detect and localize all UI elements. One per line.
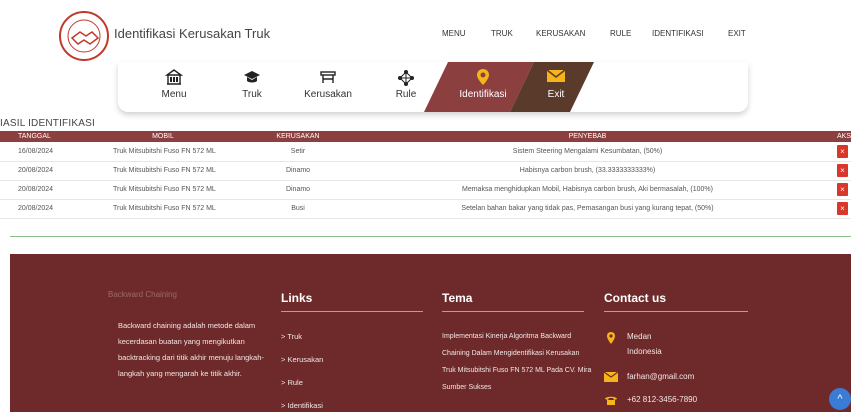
delete-button[interactable]: × <box>836 144 848 158</box>
cell-mobil: Truk Mitsubitshi Fuso FN 572 ML <box>68 199 258 219</box>
envelope-icon <box>603 371 619 384</box>
iconbar-exit-label: Exit <box>547 89 565 100</box>
footer-tema-underline <box>442 311 584 312</box>
footer-description: Backward chaining adalah metode dalam ke… <box>118 321 264 378</box>
site-header: Identifikasi Kerusakan Truk MENU TRUK KE… <box>0 0 851 65</box>
footer-links-underline <box>281 311 423 312</box>
cell-tanggal: 20/08/2024 <box>0 199 68 219</box>
footer-link-rule[interactable]: > Rule <box>281 371 323 394</box>
footer-links: > Truk > Kerusakan > Rule > Identifikasi <box>281 325 323 412</box>
location-pin-icon <box>448 62 518 88</box>
footer-contact-underline <box>604 311 748 312</box>
location-pin-icon <box>606 331 616 347</box>
contact-email[interactable]: farhan@gmail.com <box>627 372 694 381</box>
iconbar-identifikasi-label: Identifikasi <box>459 89 507 100</box>
phone-icon <box>604 394 618 408</box>
cell-mobil: Truk Mitsubitshi Fuso FN 572 ML <box>68 142 258 162</box>
divider <box>10 236 851 237</box>
iconbar-identifikasi[interactable]: Identifikasi <box>448 62 518 112</box>
footer-brand: Backward Chaining <box>108 290 177 299</box>
table-row: 16/08/2024 Truk Mitsubitshi Fuso FN 572 … <box>0 142 851 162</box>
footer-link-identifikasi[interactable]: > Identifikasi <box>281 394 323 412</box>
cell-penyebab: Habisnya carbon brush, (33.3333333333%) <box>338 161 837 181</box>
cell-kerusakan: Setir <box>258 142 338 162</box>
delete-button[interactable]: × <box>836 202 848 215</box>
footer-tema-title: Tema <box>442 291 473 305</box>
cell-kerusakan: Dinamo <box>258 180 338 200</box>
footer-link-truk[interactable]: > Truk <box>281 325 323 348</box>
envelope-icon <box>536 62 576 88</box>
iconbar-menu[interactable]: Menu <box>154 62 194 112</box>
nav-exit[interactable]: EXIT <box>728 29 746 38</box>
iconbar-truk-label: Truk <box>242 89 262 100</box>
nav-truk[interactable]: TRUK <box>491 29 513 38</box>
cell-penyebab: Memaksa menghidupkan Mobil, Habisnya car… <box>338 180 837 200</box>
nav-kerusakan[interactable]: KERUSAKAN <box>536 29 585 38</box>
th-kerusakan: KERUSAKAN <box>258 131 338 142</box>
iconbar-kerusakan-label: Kerusakan <box>304 89 352 100</box>
cell-tanggal: 16/08/2024 <box>0 142 68 162</box>
contact-city: Medan <box>627 332 652 341</box>
app-title: Identifikasi Kerusakan Truk <box>114 26 271 41</box>
section-title: IASIL IDENTIFIKASI <box>0 118 95 129</box>
nav-rule[interactable]: RULE <box>610 29 631 38</box>
nav-menu[interactable]: MENU <box>442 29 466 38</box>
delete-button[interactable]: × <box>836 183 848 196</box>
footer-tema-text: Implementasi Kinerja Algoritma Backward … <box>442 333 592 391</box>
cell-kerusakan: Busi <box>258 199 338 219</box>
nav-identifikasi[interactable]: IDENTIFIKASI <box>652 29 704 38</box>
cell-kerusakan: Dinamo <box>258 161 338 181</box>
cell-mobil: Truk Mitsubitshi Fuso FN 572 ML <box>68 180 258 200</box>
icon-menu-bar: Menu Truk Kerusakan Rule Identifikasi Ex… <box>118 62 748 112</box>
contact-country: Indonesia <box>627 347 662 356</box>
cell-penyebab: Setelan bahan bakar yang tidak pas, Pema… <box>338 199 837 219</box>
identifikasi-table: TANGGAL MOBIL KERUSAKAN PENYEBAB AKS 16/… <box>0 131 851 219</box>
table-row: 20/08/2024 Truk Mitsubitshi Fuso FN 572 … <box>0 180 851 200</box>
iconbar-rule-label: Rule <box>395 89 417 100</box>
tools-icon <box>298 62 358 88</box>
th-penyebab: PENYEBAB <box>338 131 837 142</box>
table-row: 20/08/2024 Truk Mitsubitshi Fuso FN 572 … <box>0 199 851 219</box>
network-icon <box>386 62 426 88</box>
th-aksi: AKS <box>836 131 851 142</box>
scroll-top-button[interactable]: ^ <box>829 388 851 410</box>
building-icon <box>154 62 194 88</box>
footer-link-kerusakan[interactable]: > Kerusakan <box>281 348 323 371</box>
th-mobil: MOBIL <box>68 131 258 142</box>
cell-tanggal: 20/08/2024 <box>0 161 68 181</box>
contact-phone: +62 812-3456-7890 <box>627 395 698 404</box>
iconbar-kerusakan[interactable]: Kerusakan <box>298 62 358 112</box>
table-row: 20/08/2024 Truk Mitsubitshi Fuso FN 572 … <box>0 161 851 181</box>
cell-tanggal: 20/08/2024 <box>0 180 68 200</box>
table-header-row: TANGGAL MOBIL KERUSAKAN PENYEBAB AKS <box>0 131 851 142</box>
company-logo[interactable] <box>58 10 110 62</box>
th-tanggal: TANGGAL <box>0 131 68 142</box>
footer-contact-title: Contact us <box>604 291 667 305</box>
iconbar-truk[interactable]: Truk <box>232 62 272 112</box>
iconbar-menu-label: Menu <box>161 89 187 100</box>
delete-button[interactable]: × <box>836 164 848 177</box>
graduation-cap-icon <box>232 62 272 88</box>
cell-penyebab: Sistem Steering Mengalami Kesumbatan, (5… <box>338 142 837 162</box>
footer-links-title: Links <box>281 291 313 305</box>
iconbar-rule[interactable]: Rule <box>386 62 426 112</box>
cell-mobil: Truk Mitsubitshi Fuso FN 572 ML <box>68 161 258 181</box>
iconbar-exit[interactable]: Exit <box>536 62 576 112</box>
